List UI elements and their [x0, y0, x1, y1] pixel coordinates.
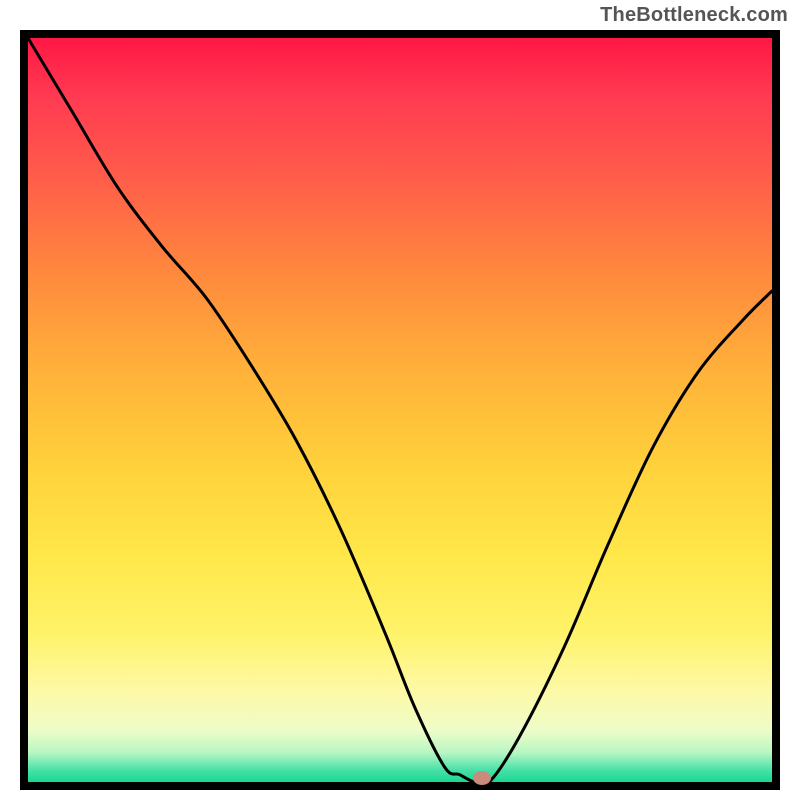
plot-frame	[20, 30, 780, 790]
attribution-text: TheBottleneck.com	[600, 4, 788, 27]
optimum-marker	[473, 771, 491, 785]
chart-svg	[28, 38, 772, 782]
bottleneck-curve	[28, 38, 772, 786]
